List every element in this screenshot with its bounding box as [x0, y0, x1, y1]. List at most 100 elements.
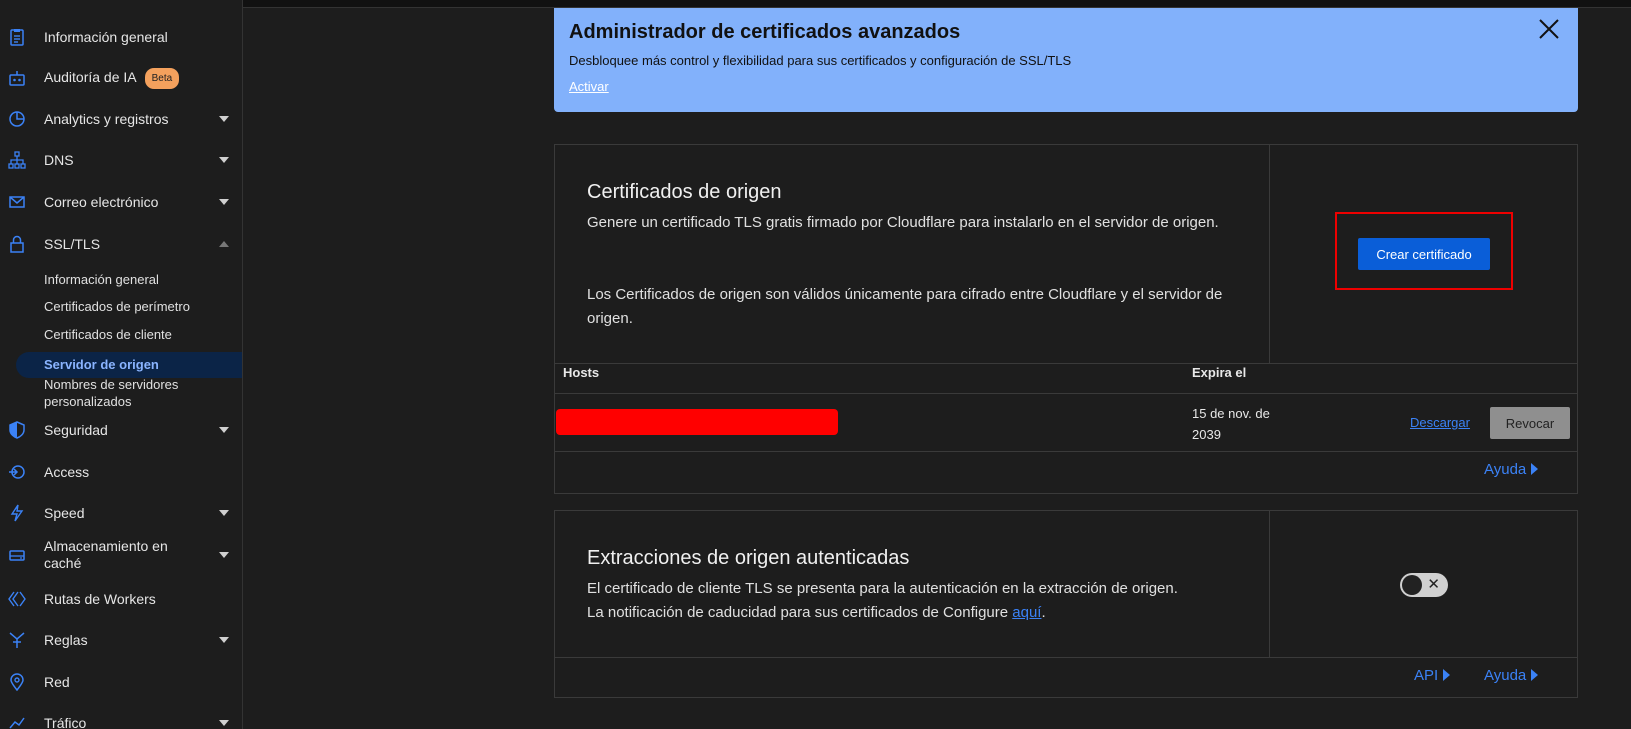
- chevron-down-icon: [219, 427, 229, 433]
- sidebar: Información general Auditoría de IA Beta …: [0, 0, 243, 729]
- help-label: Ayuda: [1484, 461, 1527, 478]
- line2-text: La notificación de caducidad para sus ce…: [587, 604, 1013, 621]
- traffic-icon: [8, 714, 26, 729]
- clipboard-icon: [8, 28, 26, 46]
- drive-icon: [8, 546, 26, 564]
- sidebar-item-label: SSL/TLS: [44, 235, 101, 252]
- caret-right-icon: [1531, 463, 1539, 475]
- sidebar-item-email[interactable]: Correo electrónico: [0, 182, 242, 222]
- robot-icon: [8, 69, 26, 87]
- chevron-down-icon: [219, 116, 229, 122]
- origin-certificates-validity-note: Los Certificados de origen son válidos ú…: [587, 286, 1223, 327]
- sidebar-item-label: Seguridad: [44, 421, 108, 438]
- sidebar-item-overview[interactable]: Información general: [0, 17, 242, 57]
- origin-certificates-title: Certificados de origen: [587, 181, 782, 203]
- envelope-icon: [8, 193, 26, 211]
- top-strip: [0, 0, 1631, 8]
- chevron-down-icon: [219, 637, 229, 643]
- sidebar-item-label: Rutas de Workers: [44, 590, 156, 607]
- api-label: API: [1414, 667, 1439, 684]
- sidebar-item-workers-routes[interactable]: Rutas de Workers: [0, 579, 242, 619]
- banner-title: Administrador de certificados avanzados: [569, 21, 961, 43]
- lock-icon: [8, 235, 26, 253]
- shield-icon: [8, 421, 26, 439]
- column-header-expires: Expira el: [1192, 365, 1247, 380]
- sidebar-item-label: DNS: [44, 151, 74, 168]
- authenticated-pulls-toggle[interactable]: ✕: [1400, 573, 1448, 597]
- sidebar-item-label: Analytics y registros: [44, 110, 169, 127]
- sidebar-item-label: Almacenamiento en caché: [44, 538, 168, 571]
- sidebar-item-speed[interactable]: Speed: [0, 493, 242, 533]
- origin-certificates-card: Certificados de origen Genere un certifi…: [554, 144, 1578, 494]
- advanced-certificate-banner: Administrador de certificados avanzados …: [554, 8, 1578, 112]
- sidebar-item-label: Reglas: [44, 631, 88, 648]
- help-link[interactable]: Ayuda: [1484, 461, 1539, 478]
- redacted-host: [556, 409, 838, 435]
- create-certificate-button[interactable]: Crear certificado: [1358, 238, 1490, 270]
- expiry-date: 15 de nov. de 2039: [1192, 406, 1270, 442]
- divider: [555, 363, 1577, 364]
- chevron-down-icon: [219, 157, 229, 163]
- ssl-subitem-overview[interactable]: Información general: [44, 272, 159, 287]
- divider: [555, 657, 1577, 658]
- caret-right-icon: [1531, 669, 1539, 681]
- chevron-down-icon: [219, 199, 229, 205]
- location-pin-icon: [8, 673, 26, 691]
- configure-here-link[interactable]: aquí: [1012, 604, 1041, 621]
- chevron-up-icon: [219, 241, 229, 247]
- sidebar-item-label: Información general: [44, 28, 168, 45]
- sidebar-item-label: Red: [44, 673, 70, 690]
- divider: [555, 451, 1577, 452]
- sidebar-item-security[interactable]: Seguridad: [0, 410, 242, 450]
- close-icon: ✕: [1427, 576, 1440, 593]
- ssl-subitem-edge-certificates[interactable]: Certificados de perímetro: [44, 299, 190, 314]
- help-label: Ayuda: [1484, 667, 1527, 684]
- ssl-subitem-origin-server[interactable]: Servidor de origen: [44, 357, 159, 372]
- revoke-button[interactable]: Revocar: [1490, 407, 1570, 439]
- lightning-icon: [8, 504, 26, 522]
- divider: [555, 393, 1577, 394]
- caret-right-icon: [1443, 669, 1451, 681]
- ssl-subitem-custom-hostnames[interactable]: Nombres de servidores personalizados: [44, 376, 194, 410]
- sidebar-item-label: Access: [44, 463, 90, 480]
- sidebar-item-ssl-tls[interactable]: SSL/TLS: [0, 224, 242, 264]
- chevron-down-icon: [219, 720, 229, 726]
- sidebar-item-label: Correo electrónico: [44, 193, 159, 210]
- banner-description: Desbloquee más control y flexibilidad pa…: [569, 53, 1072, 68]
- sidebar-item-analytics[interactable]: Analytics y registros: [0, 99, 242, 139]
- divider: [1269, 511, 1270, 657]
- origin-certificates-description: Genere un certificado TLS gratis firmado…: [587, 214, 1219, 231]
- sidebar-item-label: Speed: [44, 504, 85, 521]
- close-icon[interactable]: [1538, 18, 1560, 40]
- sidebar-item-caching[interactable]: Almacenamiento en caché: [0, 535, 242, 575]
- api-link[interactable]: API: [1414, 667, 1451, 684]
- chevron-down-icon: [219, 510, 229, 516]
- authenticated-origin-pulls-card: Extracciones de origen autenticadas El c…: [554, 510, 1578, 698]
- authenticated-pulls-line2: La notificación de caducidad para sus ce…: [587, 601, 1247, 625]
- network-icon: [8, 151, 26, 169]
- authenticated-pulls-line1: El certificado de cliente TLS se present…: [587, 580, 1178, 597]
- toggle-knob: [1402, 575, 1422, 595]
- ai-audit-label: Auditoría de IA: [44, 68, 137, 85]
- sidebar-item-traffic[interactable]: Tráfico: [0, 703, 242, 729]
- workers-icon: [8, 590, 26, 608]
- activate-link[interactable]: Activar: [569, 79, 609, 94]
- chevron-down-icon: [219, 552, 229, 558]
- sidebar-item-network[interactable]: Red: [0, 662, 242, 702]
- sidebar-item-ai-audit[interactable]: Auditoría de IA Beta: [0, 58, 242, 98]
- authenticated-pulls-title: Extracciones de origen autenticadas: [587, 547, 910, 569]
- sidebar-item-rules[interactable]: Reglas: [0, 620, 242, 660]
- line2-suffix: .: [1041, 604, 1046, 621]
- column-header-hosts: Hosts: [563, 365, 600, 380]
- sidebar-item-label: Tráfico: [44, 714, 87, 729]
- help-link[interactable]: Ayuda: [1484, 667, 1539, 684]
- ssl-subitem-client-certificates[interactable]: Certificados de cliente: [44, 327, 172, 342]
- divider: [1269, 145, 1270, 363]
- sidebar-item-dns[interactable]: DNS: [0, 140, 242, 180]
- access-icon: [8, 463, 26, 481]
- sidebar-item-label: Auditoría de IA Beta: [44, 67, 180, 89]
- rules-icon: [8, 631, 26, 649]
- sidebar-item-access[interactable]: Access: [0, 452, 242, 492]
- pie-chart-icon: [8, 110, 26, 128]
- download-link[interactable]: Descargar: [1410, 415, 1470, 430]
